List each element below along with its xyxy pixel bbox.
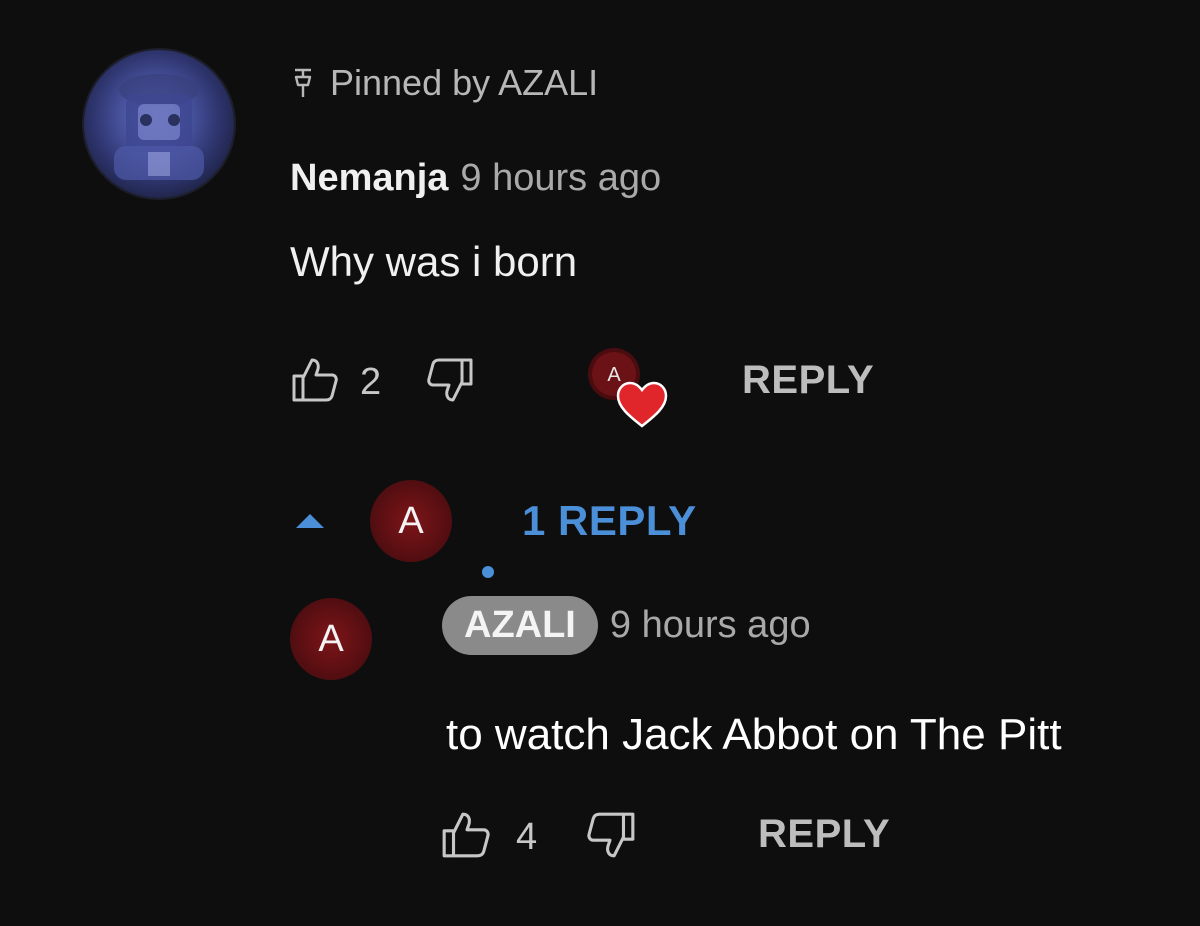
creator-heart-initial: A [607, 364, 621, 386]
pinned-indicator: Pinned by AZALI [290, 62, 598, 104]
commenter-avatar[interactable] [84, 50, 234, 198]
like-icon[interactable] [290, 356, 340, 409]
replies-avatar-initial: A [398, 499, 424, 542]
reply-author-badge[interactable]: AZALI [442, 596, 598, 655]
dislike-icon[interactable] [425, 356, 475, 409]
comment-actions: 2 [290, 356, 475, 409]
comment-timestamp[interactable]: 9 hours ago [460, 157, 661, 200]
reply-avatar-initial: A [318, 617, 344, 660]
reply-timestamp[interactable]: 9 hours ago [610, 604, 811, 647]
comment-text: Why was i born [290, 238, 578, 285]
thread-dot [482, 566, 494, 578]
replies-avatar: A [370, 480, 452, 562]
collapse-arrow-icon[interactable] [292, 504, 328, 539]
like-count: 2 [360, 361, 382, 403]
creator-heart-badge[interactable]: A [584, 344, 668, 432]
reply-actions: 4 [440, 810, 637, 865]
reply-like-count: 4 [516, 816, 538, 858]
reply-reply-button[interactable]: REPLY [758, 812, 890, 857]
comment-reply-button[interactable]: REPLY [742, 358, 874, 403]
comment-author[interactable]: Nemanja [290, 157, 448, 200]
pin-icon [290, 65, 316, 101]
pinned-label: Pinned by AZALI [330, 62, 599, 103]
comment-header: Nemanja 9 hours ago [290, 157, 661, 200]
replies-count-label[interactable]: 1 REPLY [522, 497, 697, 545]
avatar-image [114, 74, 204, 180]
reply-avatar[interactable]: A [290, 598, 372, 680]
reply-like-icon[interactable] [440, 810, 492, 865]
reply-header: AZALI 9 hours ago [442, 596, 811, 655]
reply-text: to watch Jack Abbot on The Pitt [446, 710, 1062, 759]
reply-dislike-icon[interactable] [585, 810, 637, 865]
replies-toggle[interactable]: A 1 REPLY [292, 480, 697, 562]
